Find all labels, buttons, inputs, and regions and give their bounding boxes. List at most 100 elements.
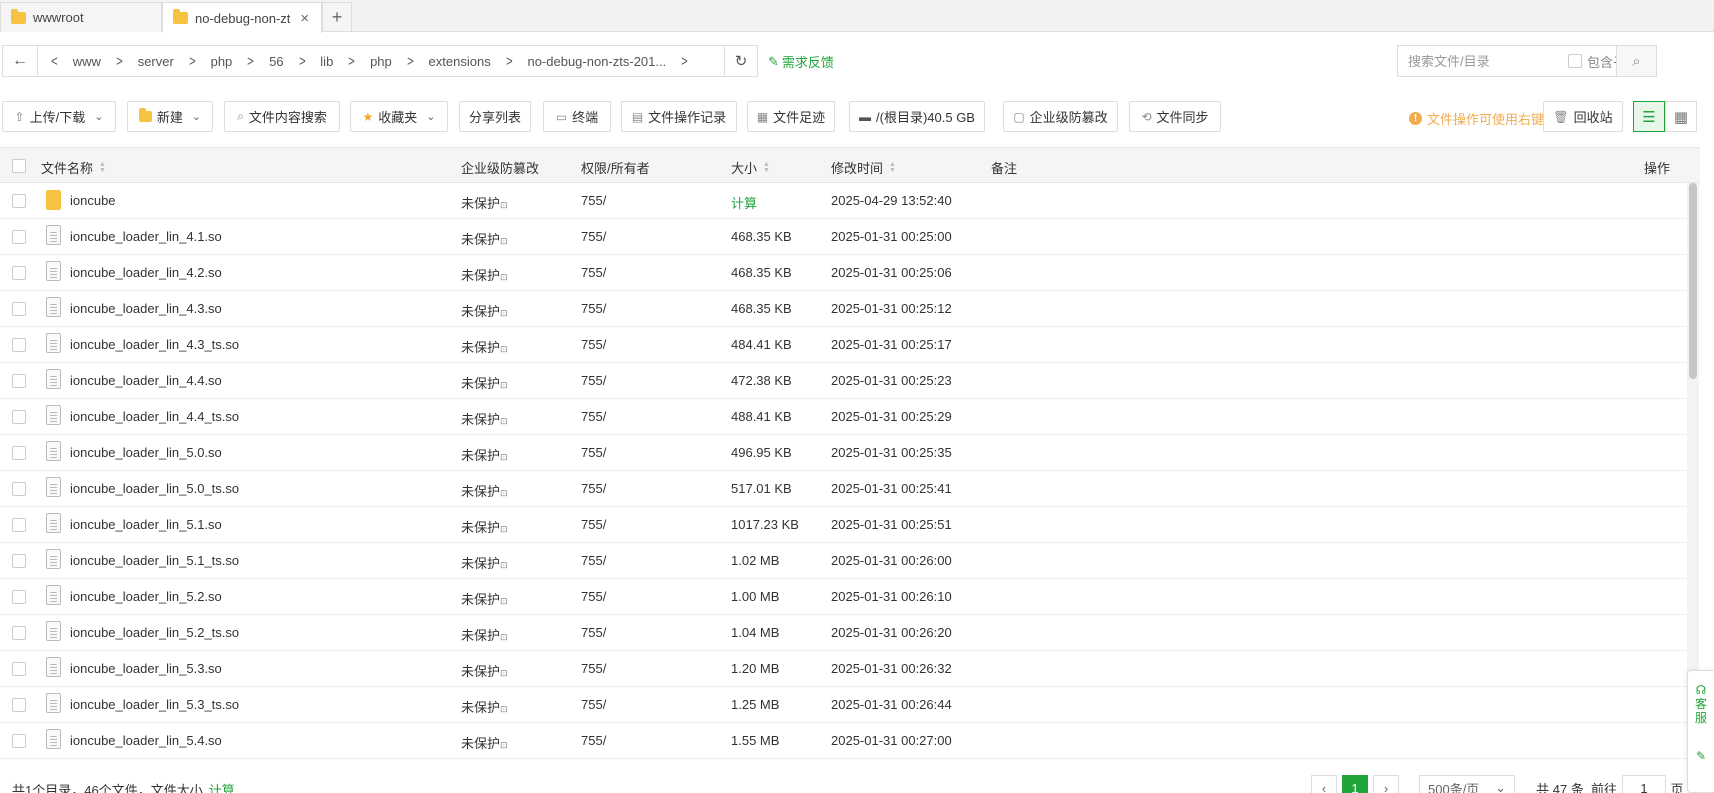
permission[interactable]: 755/ [581,409,606,424]
row-checkbox[interactable] [12,410,26,424]
protect-status[interactable]: 未保护⊡ [461,445,508,464]
protect-status[interactable]: 未保护⊡ [461,373,508,392]
chevron-right-icon[interactable]: > [681,53,688,70]
checkbox[interactable] [1568,54,1582,68]
row-checkbox[interactable] [12,302,26,316]
protect-status[interactable]: 未保护⊡ [461,661,508,680]
table-row[interactable]: ioncube_loader_lin_5.2_ts.so 未保护⊡ 755/1.04… [0,615,1688,651]
breadcrumb-item[interactable]: no-debug-non-zts-201... [527,54,666,69]
permission[interactable]: 755/ [581,229,606,244]
file-name[interactable]: ioncube_loader_lin_4.4.so [70,373,222,388]
protect-status[interactable]: 未保护⊡ [461,625,508,644]
row-checkbox[interactable] [12,338,26,352]
file-name[interactable]: ioncube_loader_lin_4.4_ts.so [70,409,239,424]
permission[interactable]: 755/ [581,265,606,280]
file-name[interactable]: ioncube_loader_lin_5.0.so [70,445,222,460]
protect-status[interactable]: 未保护⊡ [461,409,508,428]
row-checkbox[interactable] [12,698,26,712]
table-row[interactable]: ioncube_loader_lin_5.3_ts.so 未保护⊡ 755/1.25… [0,687,1688,723]
content-search-button[interactable]: ⌕ 文件内容搜索 [224,101,340,132]
file-name[interactable]: ioncube_loader_lin_5.1.so [70,517,222,532]
per-page-select[interactable]: 500条/页 ⌄ [1419,775,1515,793]
breadcrumb-item[interactable]: server [138,54,174,69]
add-tab-button[interactable]: + [322,2,352,31]
search-button[interactable]: ⌕ [1616,46,1656,76]
favorites-button[interactable]: ★ 收藏夹 ⌄ [350,101,448,132]
footprint-button[interactable]: ▦ 文件足迹 [747,101,835,132]
disk-button[interactable]: ▬ /(根目录)40.5 GB [849,101,985,132]
row-checkbox[interactable] [12,518,26,532]
file-name[interactable]: ioncube [70,193,116,208]
table-row[interactable]: ioncube_loader_lin_5.2.so 未保护⊡ 755/1.00 MB… [0,579,1688,615]
file-name[interactable]: ioncube_loader_lin_5.3_ts.so [70,697,239,712]
file-name[interactable]: ioncube_loader_lin_4.3.so [70,301,222,316]
next-page-button[interactable]: › [1373,775,1399,793]
file-name[interactable]: ioncube_loader_lin_5.1_ts.so [70,553,239,568]
protect-status[interactable]: 未保护⊡ [461,589,508,608]
table-row[interactable]: ioncube_loader_lin_5.1.so 未保护⊡ 755/1017.23… [0,507,1688,543]
protect-status[interactable]: 未保护⊡ [461,481,508,500]
recycle-bin-button[interactable]: 🗑 回收站 [1543,101,1623,132]
file-name[interactable]: ioncube_loader_lin_4.2.so [70,265,222,280]
table-row[interactable]: ioncube_loader_lin_4.3_ts.so 未保护⊡ 755/484.… [0,327,1688,363]
protect-status[interactable]: 未保护⊡ [461,733,508,752]
permission[interactable]: 755/ [581,337,606,352]
refresh-button[interactable]: ↻ [724,45,758,77]
breadcrumb-item[interactable]: extensions [429,54,491,69]
row-checkbox[interactable] [12,374,26,388]
column-mtime[interactable]: 修改时间 ▲ ▼ [831,158,896,177]
protect-status[interactable]: 未保护⊡ [461,265,508,284]
table-row[interactable]: ioncube_loader_lin_4.4_ts.so 未保护⊡ 755/488.… [0,399,1688,435]
table-row[interactable]: ioncube_loader_lin_5.0_ts.so 未保护⊡ 755/517.… [0,471,1688,507]
table-row[interactable]: ioncube_loader_lin_4.2.so 未保护⊡ 755/468.35 … [0,255,1688,291]
new-button[interactable]: 新建 ⌄ [127,101,213,132]
permission[interactable]: 755/ [581,301,606,316]
row-checkbox[interactable] [12,482,26,496]
select-all-checkbox[interactable] [12,159,26,173]
list-view-button[interactable]: ☰ [1633,101,1665,132]
table-row[interactable]: ioncube_loader_lin_5.1_ts.so 未保护⊡ 755/1.02… [0,543,1688,579]
tab-wwwroot[interactable]: wwwroot [0,2,162,32]
breadcrumb-item[interactable]: www [73,54,101,69]
permission[interactable]: 755/ [581,697,606,712]
file-name[interactable]: ioncube_loader_lin_5.3.so [70,661,222,676]
breadcrumb-item[interactable]: 56 [269,54,283,69]
table-row[interactable]: ioncube_loader_lin_4.3.so 未保护⊡ 755/468.35 … [0,291,1688,327]
file-name[interactable]: ioncube_loader_lin_5.2_ts.so [70,625,239,640]
protect-status[interactable]: 未保护⊡ [461,517,508,536]
search-input[interactable] [1408,53,1568,69]
row-checkbox[interactable] [12,446,26,460]
permission[interactable]: 755/ [581,733,606,748]
upload-download-button[interactable]: ⇧ 上传/下载 ⌄ [2,101,116,132]
feedback-link[interactable]: ✎ 需求反馈 [768,52,834,71]
scrollbar-thumb[interactable] [1689,183,1697,379]
file-sync-button[interactable]: ⟲ 文件同步 [1129,101,1221,132]
permission[interactable]: 755/ [581,373,606,388]
grid-view-button[interactable]: ▦ [1665,101,1697,132]
row-checkbox[interactable] [12,266,26,280]
breadcrumb-item[interactable]: php [211,54,233,69]
row-checkbox[interactable] [12,734,26,748]
row-checkbox[interactable] [12,590,26,604]
chevron-left-icon[interactable]: < [51,53,58,70]
file-size-calc[interactable]: 计算 [731,193,757,212]
permission[interactable]: 755/ [581,553,606,568]
table-row[interactable]: ioncube_loader_lin_5.3.so 未保护⊡ 755/1.20 MB… [0,651,1688,687]
protect-status[interactable]: 未保护⊡ [461,553,508,572]
protect-status[interactable]: 未保护⊡ [461,697,508,716]
permission[interactable]: 755/ [581,481,606,496]
permission[interactable]: 755/ [581,517,606,532]
tamper-button[interactable]: ▢ 企业级防篡改 [1003,101,1118,132]
permission[interactable]: 755/ [581,445,606,460]
terminal-button[interactable]: ▭ 终端 [543,101,611,132]
calc-size-link[interactable]: 计算 [209,780,235,793]
row-checkbox[interactable] [12,554,26,568]
row-checkbox[interactable] [12,662,26,676]
op-log-button[interactable]: ▤ 文件操作记录 [621,101,737,132]
permission[interactable]: 755/ [581,589,606,604]
breadcrumb-item[interactable]: lib [320,54,333,69]
row-checkbox[interactable] [12,230,26,244]
close-icon[interactable]: × [300,10,309,27]
file-name[interactable]: ioncube_loader_lin_5.2.so [70,589,222,604]
goto-page-input[interactable]: 1 [1622,775,1666,793]
